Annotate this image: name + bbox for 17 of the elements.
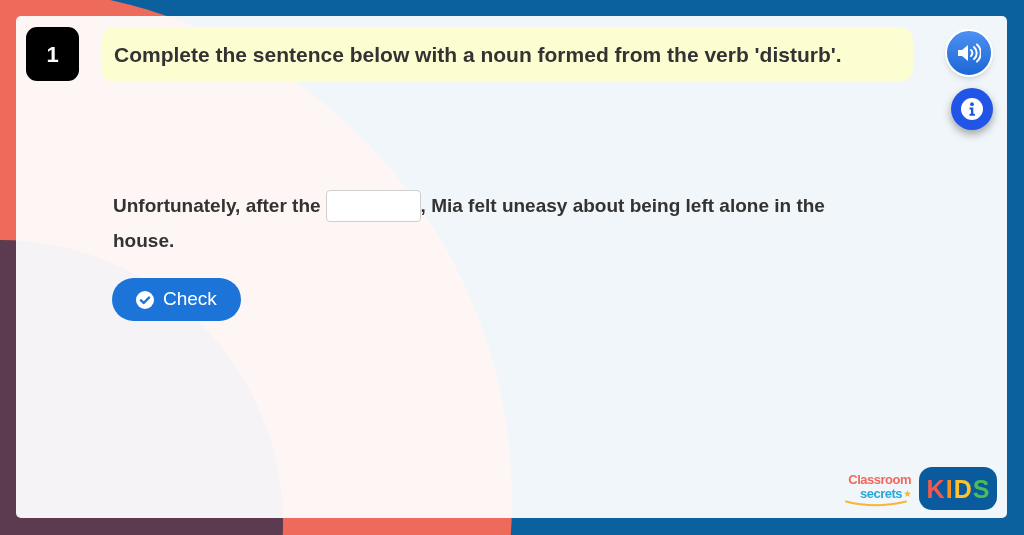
- logo-text: secrets: [859, 486, 902, 500]
- sentence-text: house.: [113, 229, 175, 253]
- sentence-text: , Mia felt uneasy about being left alone in the: [420, 194, 825, 218]
- star-icon: [904, 489, 911, 497]
- question-prompt: Complete the sentence below with a noun formed from the verb 'disturb'.: [101, 27, 913, 82]
- audio-button[interactable]: [945, 29, 993, 77]
- check-icon: [136, 290, 154, 309]
- speaker-icon: [957, 43, 981, 63]
- swoosh-icon: [845, 499, 907, 507]
- sentence-text: Unfortunately, after the: [113, 194, 321, 218]
- check-button[interactable]: Check: [112, 278, 241, 321]
- info-icon: [960, 98, 983, 120]
- logo-text: Classroom: [848, 472, 911, 486]
- answer-field[interactable]: [325, 189, 421, 222]
- kids-logo: KIDS: [919, 467, 997, 510]
- info-button[interactable]: [950, 88, 993, 130]
- question-number: 1: [26, 27, 79, 81]
